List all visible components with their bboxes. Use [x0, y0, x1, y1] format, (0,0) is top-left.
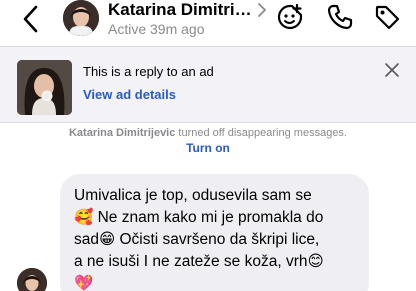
ad-reply-title: This is a reply to an ad — [83, 64, 214, 79]
contact-name[interactable]: Katarina Dimitri… — [108, 0, 252, 20]
system-message-text: turned off disappearing messages. — [175, 127, 347, 139]
view-ad-details-link[interactable]: View ad details — [83, 87, 176, 102]
phone-icon[interactable] — [326, 3, 354, 31]
sender-avatar[interactable] — [17, 268, 47, 291]
tag-icon[interactable] — [373, 3, 401, 31]
turn-on-button[interactable]: Turn on — [186, 141, 230, 155]
system-message-name: Katarina Dimitrijevic — [68, 127, 176, 139]
close-icon[interactable] — [384, 62, 400, 78]
ad-thumbnail[interactable] — [17, 60, 72, 115]
chevron-right-icon[interactable] — [257, 3, 267, 17]
sticker-add-icon[interactable] — [276, 3, 304, 31]
message-bubble[interactable]: Umivalica je top, odusevila sam se 🥰 Ne … — [60, 174, 369, 291]
chat-header: Katarina Dimitri… Active 39m ago — [0, 0, 416, 46]
active-status: Active 39m ago — [108, 21, 205, 37]
contact-avatar[interactable] — [63, 0, 99, 36]
message-text: Umivalica je top, odusevila sam se 🥰 Ne … — [74, 187, 324, 291]
turn-on-link: Turn on — [0, 141, 416, 155]
ad-reply-card: This is a reply to an ad View ad details — [0, 46, 416, 123]
system-message: Katarina Dimitrijevic turned off disappe… — [0, 127, 416, 139]
chevron-left-icon[interactable] — [16, 4, 46, 34]
